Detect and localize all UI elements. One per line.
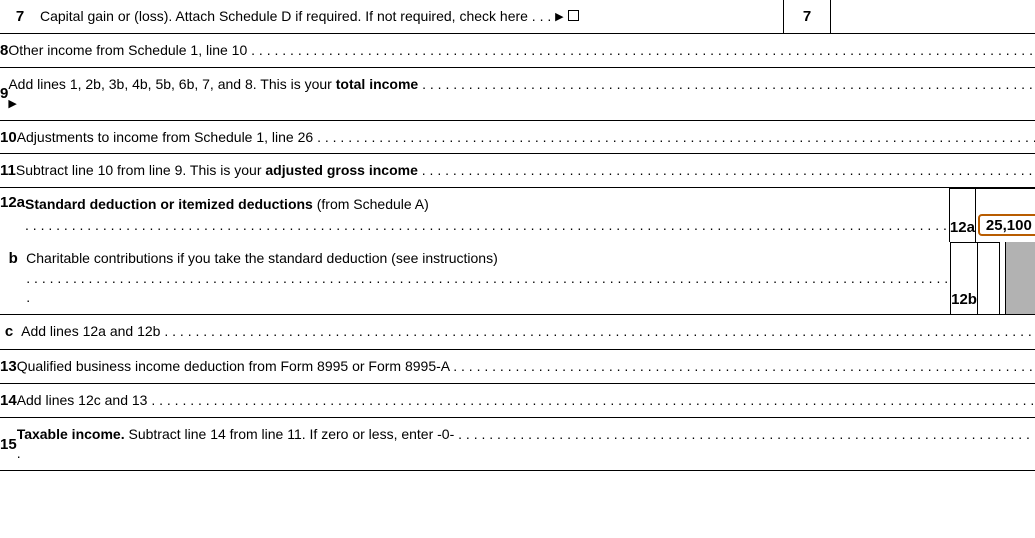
line-12c-label: c Add lines 12a and 12b [0, 315, 1035, 349]
line-14-label: Add lines 12c and 13 [17, 384, 1035, 417]
line-7-number: 7 [0, 0, 40, 33]
line-9: 9 Add lines 1, 2b, 3b, 4b, 5b, 6b, 7, an… [0, 67, 1035, 120]
tax-form-fragment: 7 Capital gain or (loss). Attach Schedul… [0, 0, 1035, 471]
line-12b-value-cell [977, 242, 999, 314]
line-15-number: 15 [0, 418, 17, 470]
line-7: 7 Capital gain or (loss). Attach Schedul… [0, 0, 1035, 33]
line-14-number: 14 [0, 384, 17, 417]
line-7-label: Capital gain or (loss). Attach Schedule … [40, 0, 783, 33]
line-12a-label: Standard deduction or itemized deduction… [25, 188, 949, 242]
line-10-number: 10 [0, 121, 17, 154]
line-8-label: Other income from Schedule 1, line 10 [8, 34, 1035, 67]
line-12c: c Add lines 12a and 12b 12c 25,100 [0, 314, 1035, 349]
checkbox-line7[interactable] [568, 10, 579, 21]
line-11: 11 Subtract line 10 from line 9. This is… [0, 153, 1035, 187]
arrow-icon: ▶ [8, 98, 16, 110]
line-15: 15 Taxable income. Subtract line 14 from… [0, 417, 1035, 471]
line-12b-cell-number: 12b [950, 242, 977, 314]
line-10-label: Adjustments to income from Schedule 1, l… [17, 121, 1035, 154]
line-10: 10 Adjustments to income from Schedule 1… [0, 120, 1035, 154]
line-12a-number: 12a [0, 188, 25, 242]
line-8-number: 8 [0, 34, 8, 67]
line-13-label: Qualified business income deduction from… [17, 350, 1035, 383]
line-11-number: 11 [0, 154, 16, 187]
line-7-cell-number: 7 [783, 0, 830, 33]
line-11-label: Subtract line 10 from line 9. This is yo… [16, 154, 1035, 187]
line-13-number: 13 [0, 350, 17, 383]
line-12a-input[interactable]: 25,100 [978, 214, 1035, 236]
line-13: 13 Qualified business income deduction f… [0, 349, 1035, 383]
line-12a-value-cell: 25,100 [975, 188, 1035, 242]
line-12b: b Charitable contributions if you take t… [0, 242, 1035, 314]
line-8: 8 Other income from Schedule 1, line 10 … [0, 33, 1035, 67]
line-15-label: Taxable income. Subtract line 14 from li… [17, 418, 1035, 470]
line-12a-cell-number: 12a [949, 188, 975, 242]
line-12a: 12a Standard deduction or itemized deduc… [0, 187, 1035, 242]
arrow-icon: ▶ [555, 11, 563, 23]
line-9-number: 9 [0, 68, 8, 120]
line-7-value-cell [830, 0, 1035, 33]
line-14: 14 Add lines 12c and 13 14 25,100 [0, 383, 1035, 417]
line-9-label: Add lines 1, 2b, 3b, 4b, 5b, 6b, 7, and … [8, 68, 1035, 120]
line-12b-label: b Charitable contributions if you take t… [4, 242, 950, 314]
